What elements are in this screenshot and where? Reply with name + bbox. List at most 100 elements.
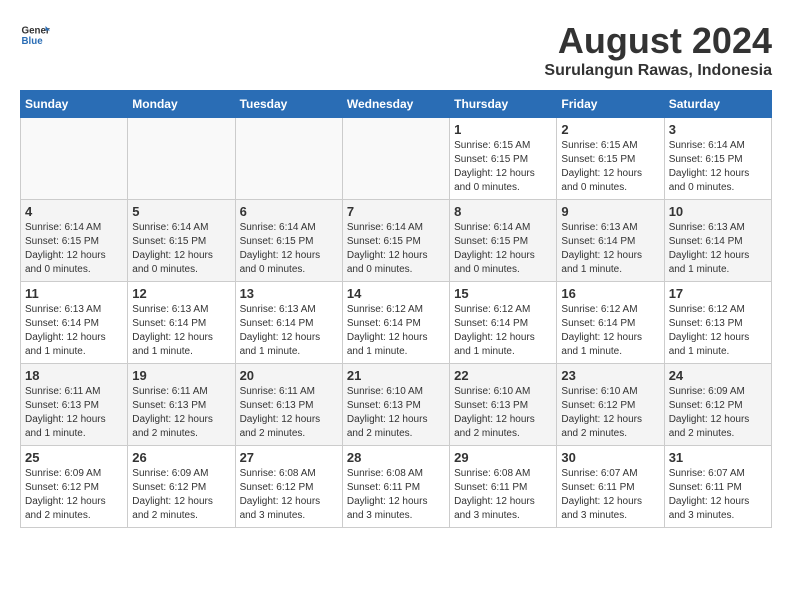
day-number: 9 (561, 204, 659, 219)
logo: General Blue (20, 20, 50, 50)
calendar-cell: 24 Sunrise: 6:09 AM Sunset: 6:12 PM Dayli… (664, 364, 771, 446)
weekday-header-monday: Monday (128, 91, 235, 118)
day-info: Sunrise: 6:13 AM Sunset: 6:14 PM Dayligh… (240, 303, 338, 359)
weekday-header-sunday: Sunday (21, 91, 128, 118)
day-info: Sunrise: 6:14 AM Sunset: 6:15 PM Dayligh… (25, 221, 123, 277)
title-block: August 2024 Surulangun Rawas, Indonesia (544, 20, 772, 80)
calendar-cell: 16 Sunrise: 6:12 AM Sunset: 6:14 PM Dayli… (557, 282, 664, 364)
calendar-cell: 19 Sunrise: 6:11 AM Sunset: 6:13 PM Dayli… (128, 364, 235, 446)
calendar-cell: 26 Sunrise: 6:09 AM Sunset: 6:12 PM Dayli… (128, 446, 235, 528)
calendar-week-row: 25 Sunrise: 6:09 AM Sunset: 6:12 PM Dayli… (21, 446, 772, 528)
calendar-week-row: 4 Sunrise: 6:14 AM Sunset: 6:15 PM Daylig… (21, 200, 772, 282)
calendar-cell: 27Sunrise: 6:08 AM Sunset: 6:12 PM Dayli… (235, 446, 342, 528)
day-info: Sunrise: 6:10 AM Sunset: 6:13 PM Dayligh… (454, 385, 552, 441)
calendar-cell: 12Sunrise: 6:13 AM Sunset: 6:14 PM Dayli… (128, 282, 235, 364)
day-number: 29 (454, 450, 552, 465)
logo-icon: General Blue (20, 20, 50, 50)
day-info: Sunrise: 6:11 AM Sunset: 6:13 PM Dayligh… (132, 385, 230, 441)
calendar-table: SundayMondayTuesdayWednesdayThursdayFrid… (20, 90, 772, 528)
calendar-week-row: 11 Sunrise: 6:13 AM Sunset: 6:14 PM Dayli… (21, 282, 772, 364)
calendar-cell: 15 Sunrise: 6:12 AM Sunset: 6:14 PM Dayli… (450, 282, 557, 364)
day-info: Sunrise: 6:14 AM Sunset: 6:15 PM Dayligh… (347, 221, 445, 277)
calendar-cell: 2 Sunrise: 6:15 AM Sunset: 6:15 PM Daylig… (557, 118, 664, 200)
calendar-cell: 29 Sunrise: 6:08 AM Sunset: 6:11 PM Dayli… (450, 446, 557, 528)
calendar-cell: 3 Sunrise: 6:14 AM Sunset: 6:15 PM Daylig… (664, 118, 771, 200)
day-number: 20 (240, 368, 338, 383)
calendar-cell: 25Sunrise: 6:09 AM Sunset: 6:12 PM Dayli… (21, 446, 128, 528)
calendar-cell: 7Sunrise: 6:14 AM Sunset: 6:15 PM Daylig… (342, 200, 449, 282)
day-number: 1 (454, 122, 552, 137)
calendar-cell: 1 Sunrise: 6:15 AM Sunset: 6:15 PM Daylig… (450, 118, 557, 200)
day-number: 4 (25, 204, 123, 219)
day-info: Sunrise: 6:12 AM Sunset: 6:13 PM Dayligh… (669, 303, 767, 359)
day-info: Sunrise: 6:09 AM Sunset: 6:12 PM Dayligh… (669, 385, 767, 441)
calendar-cell: 20Sunrise: 6:11 AM Sunset: 6:13 PM Dayli… (235, 364, 342, 446)
calendar-cell (21, 118, 128, 200)
calendar-cell: 28 Sunrise: 6:08 AM Sunset: 6:11 PM Dayli… (342, 446, 449, 528)
day-number: 17 (669, 286, 767, 301)
day-info: Sunrise: 6:12 AM Sunset: 6:14 PM Dayligh… (454, 303, 552, 359)
calendar-cell: 9 Sunrise: 6:13 AM Sunset: 6:14 PM Daylig… (557, 200, 664, 282)
calendar-cell: 8 Sunrise: 6:14 AM Sunset: 6:15 PM Daylig… (450, 200, 557, 282)
day-number: 22 (454, 368, 552, 383)
day-number: 11 (25, 286, 123, 301)
calendar-cell: 11 Sunrise: 6:13 AM Sunset: 6:14 PM Dayli… (21, 282, 128, 364)
day-info: Sunrise: 6:08 AM Sunset: 6:11 PM Dayligh… (347, 467, 445, 523)
day-number: 15 (454, 286, 552, 301)
day-number: 28 (347, 450, 445, 465)
day-info: Sunrise: 6:13 AM Sunset: 6:14 PM Dayligh… (669, 221, 767, 277)
day-info: Sunrise: 6:12 AM Sunset: 6:14 PM Dayligh… (347, 303, 445, 359)
weekday-header-tuesday: Tuesday (235, 91, 342, 118)
day-info: Sunrise: 6:14 AM Sunset: 6:15 PM Dayligh… (240, 221, 338, 277)
day-number: 16 (561, 286, 659, 301)
calendar-week-row: 18 Sunrise: 6:11 AM Sunset: 6:13 PM Dayli… (21, 364, 772, 446)
day-info: Sunrise: 6:08 AM Sunset: 6:11 PM Dayligh… (454, 467, 552, 523)
day-info: Sunrise: 6:12 AM Sunset: 6:14 PM Dayligh… (561, 303, 659, 359)
calendar-cell: 10 Sunrise: 6:13 AM Sunset: 6:14 PM Dayli… (664, 200, 771, 282)
calendar-cell (235, 118, 342, 200)
calendar-cell: 23 Sunrise: 6:10 AM Sunset: 6:12 PM Dayli… (557, 364, 664, 446)
calendar-cell: 4 Sunrise: 6:14 AM Sunset: 6:15 PM Daylig… (21, 200, 128, 282)
calendar-week-row: 1 Sunrise: 6:15 AM Sunset: 6:15 PM Daylig… (21, 118, 772, 200)
day-info: Sunrise: 6:13 AM Sunset: 6:14 PM Dayligh… (25, 303, 123, 359)
day-info: Sunrise: 6:07 AM Sunset: 6:11 PM Dayligh… (561, 467, 659, 523)
calendar-cell: 6Sunrise: 6:14 AM Sunset: 6:15 PM Daylig… (235, 200, 342, 282)
day-number: 26 (132, 450, 230, 465)
day-info: Sunrise: 6:13 AM Sunset: 6:14 PM Dayligh… (132, 303, 230, 359)
day-number: 3 (669, 122, 767, 137)
day-number: 8 (454, 204, 552, 219)
weekday-header-saturday: Saturday (664, 91, 771, 118)
day-info: Sunrise: 6:14 AM Sunset: 6:15 PM Dayligh… (669, 139, 767, 195)
day-number: 2 (561, 122, 659, 137)
weekday-header-friday: Friday (557, 91, 664, 118)
page-header: General Blue August 2024 Surulangun Rawa… (20, 20, 772, 80)
day-number: 19 (132, 368, 230, 383)
day-info: Sunrise: 6:14 AM Sunset: 6:15 PM Dayligh… (454, 221, 552, 277)
svg-text:Blue: Blue (22, 36, 44, 47)
day-info: Sunrise: 6:15 AM Sunset: 6:15 PM Dayligh… (561, 139, 659, 195)
calendar-cell (128, 118, 235, 200)
day-info: Sunrise: 6:13 AM Sunset: 6:14 PM Dayligh… (561, 221, 659, 277)
day-number: 25 (25, 450, 123, 465)
day-number: 10 (669, 204, 767, 219)
calendar-cell (342, 118, 449, 200)
calendar-cell: 30Sunrise: 6:07 AM Sunset: 6:11 PM Dayli… (557, 446, 664, 528)
calendar-cell: 14 Sunrise: 6:12 AM Sunset: 6:14 PM Dayli… (342, 282, 449, 364)
day-number: 24 (669, 368, 767, 383)
day-info: Sunrise: 6:10 AM Sunset: 6:13 PM Dayligh… (347, 385, 445, 441)
day-info: Sunrise: 6:15 AM Sunset: 6:15 PM Dayligh… (454, 139, 552, 195)
calendar-cell: 22 Sunrise: 6:10 AM Sunset: 6:13 PM Dayli… (450, 364, 557, 446)
day-number: 14 (347, 286, 445, 301)
day-info: Sunrise: 6:08 AM Sunset: 6:12 PM Dayligh… (240, 467, 338, 523)
day-info: Sunrise: 6:10 AM Sunset: 6:12 PM Dayligh… (561, 385, 659, 441)
calendar-cell: 21Sunrise: 6:10 AM Sunset: 6:13 PM Dayli… (342, 364, 449, 446)
day-number: 23 (561, 368, 659, 383)
day-info: Sunrise: 6:11 AM Sunset: 6:13 PM Dayligh… (25, 385, 123, 441)
weekday-header-wednesday: Wednesday (342, 91, 449, 118)
weekday-header-thursday: Thursday (450, 91, 557, 118)
day-number: 18 (25, 368, 123, 383)
day-info: Sunrise: 6:07 AM Sunset: 6:11 PM Dayligh… (669, 467, 767, 523)
day-info: Sunrise: 6:09 AM Sunset: 6:12 PM Dayligh… (132, 467, 230, 523)
calendar-cell: 31Sunrise: 6:07 AM Sunset: 6:11 PM Dayli… (664, 446, 771, 528)
calendar-cell: 17 Sunrise: 6:12 AM Sunset: 6:13 PM Dayli… (664, 282, 771, 364)
